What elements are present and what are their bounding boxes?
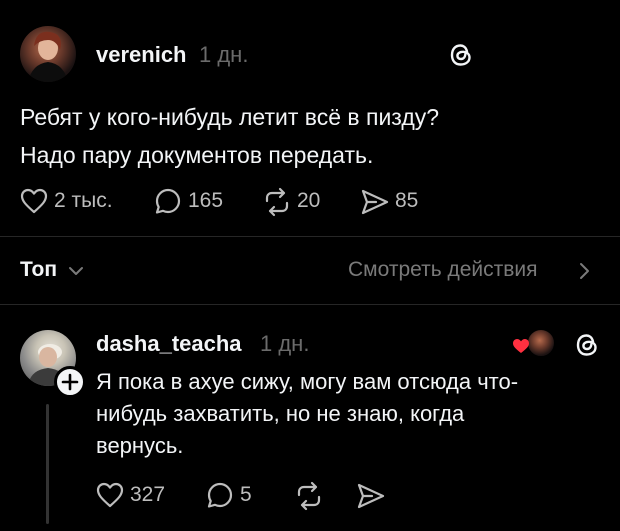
post-time: 1 дн. xyxy=(199,42,249,67)
sort-dropdown[interactable]: Топ xyxy=(20,256,100,286)
author-liked-badge xyxy=(512,328,556,358)
author-username[interactable]: verenich xyxy=(96,42,187,68)
send-icon xyxy=(361,189,389,215)
author-avatar[interactable] xyxy=(20,26,76,82)
reply-time: 1 дн. xyxy=(260,331,310,356)
comment-icon xyxy=(155,188,181,214)
reply-text-line-1: Я пока в ахуе сижу, могу вам отсюда что- xyxy=(96,369,519,394)
divider-bottom xyxy=(0,304,620,305)
heart-icon xyxy=(96,482,124,508)
share-button[interactable]: 85 xyxy=(360,185,440,217)
like-button[interactable]: 2 тыс. xyxy=(20,185,130,217)
chevron-down-icon xyxy=(69,267,83,275)
view-activity-label: Смотреть действия xyxy=(348,258,538,281)
repost-icon xyxy=(265,187,289,217)
send-icon xyxy=(357,483,385,509)
comment-icon xyxy=(207,482,233,508)
post-text-line-1: Ребят у кого-нибудь летит всё в пизду? xyxy=(20,104,440,130)
reply-threads-icon[interactable] xyxy=(572,330,602,360)
thread-line xyxy=(46,404,49,524)
comment-count: 165 xyxy=(188,189,224,212)
view-activity-link[interactable]: Смотреть действия xyxy=(348,256,596,286)
reply-text-line-3: вернусь. xyxy=(96,433,184,458)
repost-count: 20 xyxy=(297,189,321,212)
threads-logo-icon[interactable] xyxy=(446,40,476,70)
follow-plus-button[interactable] xyxy=(54,366,86,398)
plus-icon xyxy=(61,373,79,391)
liked-by-author-avatar xyxy=(526,328,556,358)
reply-username[interactable]: dasha_teacha xyxy=(96,331,242,357)
reply-like-count: 327 xyxy=(130,483,166,506)
reply-text-line-2: нибудь захватить, но не знаю, когда xyxy=(96,401,465,426)
reply-comment-button[interactable]: 5 xyxy=(206,479,266,511)
reply-like-button[interactable]: 327 xyxy=(96,479,176,511)
share-count: 85 xyxy=(395,189,419,212)
divider-top xyxy=(0,236,620,237)
chevron-right-icon xyxy=(580,263,589,279)
heart-icon xyxy=(20,188,48,214)
reply-comment-count: 5 xyxy=(240,483,252,506)
repost-button[interactable]: 20 xyxy=(262,185,342,217)
repost-icon xyxy=(297,481,321,511)
post-text-line-2: Надо пару документов передать. xyxy=(20,142,374,168)
sort-label: Топ xyxy=(20,258,58,281)
reply-repost-button[interactable] xyxy=(294,479,330,511)
red-heart-icon xyxy=(513,339,529,353)
like-count: 2 тыс. xyxy=(54,189,113,212)
comment-button[interactable]: 165 xyxy=(154,185,234,217)
reply-share-button[interactable] xyxy=(356,479,392,511)
